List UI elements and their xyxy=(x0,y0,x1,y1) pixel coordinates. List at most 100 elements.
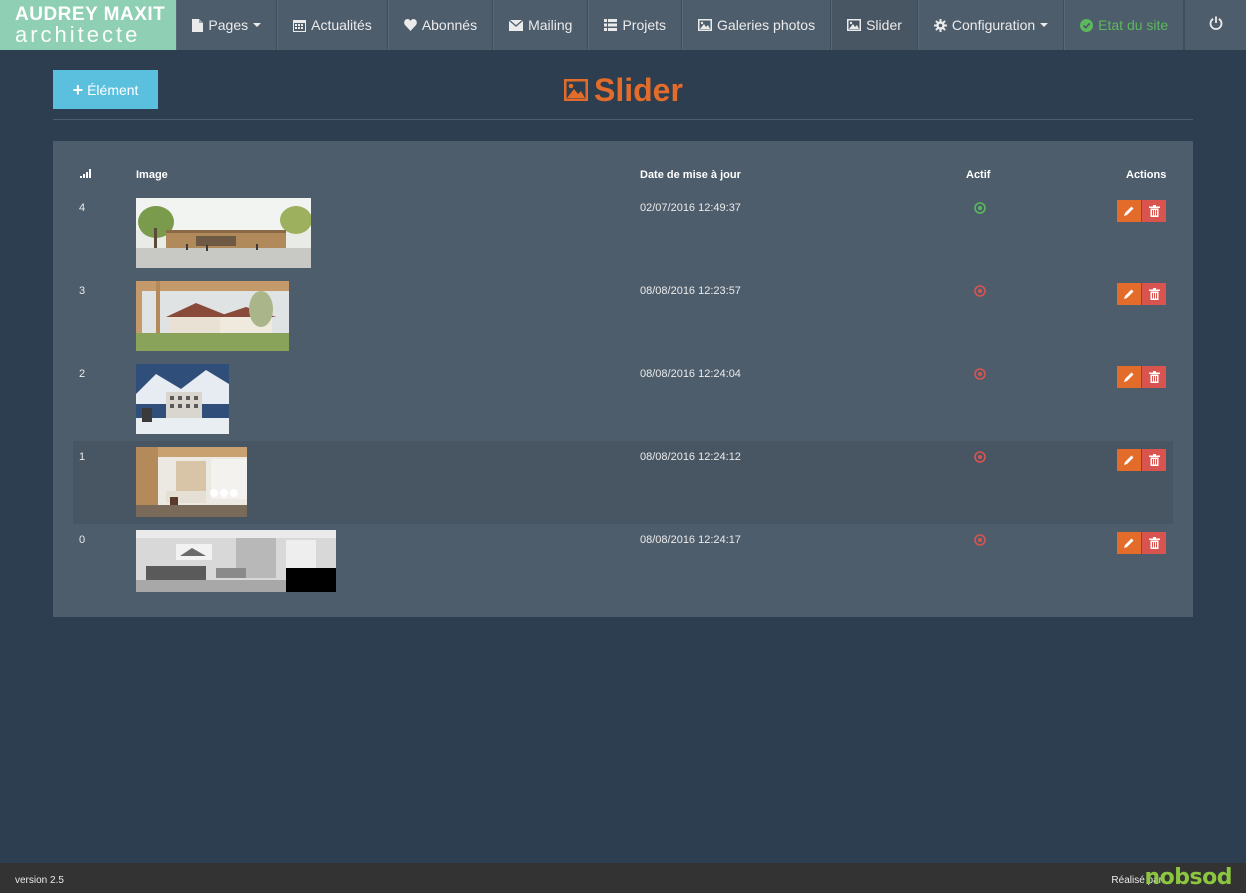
picture-icon xyxy=(847,19,862,31)
delete-button[interactable] xyxy=(1142,200,1166,222)
page-title: Slider xyxy=(564,70,683,110)
pencil-icon xyxy=(1124,538,1134,548)
image-header: Image xyxy=(136,169,168,181)
nav-abonnes[interactable]: Abonnés xyxy=(387,0,494,50)
row-actions xyxy=(1117,283,1166,305)
edit-button[interactable] xyxy=(1117,366,1141,388)
delete-button[interactable] xyxy=(1142,366,1166,388)
gear-icon xyxy=(933,18,947,32)
delete-button[interactable] xyxy=(1142,283,1166,305)
slide-image[interactable] xyxy=(136,198,311,268)
slide-image[interactable] xyxy=(136,364,229,434)
delete-button[interactable] xyxy=(1142,532,1166,554)
nav-projets-label: Projets xyxy=(622,17,667,33)
slide-image[interactable] xyxy=(136,281,289,351)
table-row: 0 08/08/2016 12:24:17 xyxy=(73,524,1173,607)
date-value: 08/08/2016 12:24:17 xyxy=(640,534,741,546)
caret-down-icon xyxy=(1040,23,1049,27)
nav-etat-du-site[interactable]: Etat du site xyxy=(1064,0,1185,50)
file-icon xyxy=(192,18,204,32)
status-active-icon[interactable] xyxy=(973,201,987,215)
check-circle-icon xyxy=(1080,18,1094,32)
nav-pages-label: Pages xyxy=(208,17,249,33)
picture-icon xyxy=(564,79,588,101)
heart-icon xyxy=(403,19,417,31)
nav-galeries-label: Galeries photos xyxy=(717,17,816,33)
sort-order-header[interactable] xyxy=(80,169,91,181)
row-actions xyxy=(1117,200,1166,222)
pencil-icon xyxy=(1124,372,1134,382)
plus-icon: + xyxy=(72,79,84,100)
calendar-icon xyxy=(293,19,307,32)
nav-projets[interactable]: Projets xyxy=(588,0,683,50)
page-title-text: Slider xyxy=(594,71,683,108)
status-inactive-icon[interactable] xyxy=(973,367,987,381)
envelope-icon xyxy=(509,19,524,31)
nav-actualites[interactable]: Actualités xyxy=(277,0,388,50)
nav-pages[interactable]: Pages xyxy=(176,0,278,50)
brand-subtitle: architecte xyxy=(15,21,141,47)
navbar: AUDREY MAXIT architecte Pages Actualités… xyxy=(0,0,1246,50)
edit-button[interactable] xyxy=(1117,200,1141,222)
pencil-icon xyxy=(1124,206,1134,216)
add-element-button[interactable]: + Élément xyxy=(53,70,158,109)
edit-button[interactable] xyxy=(1117,532,1141,554)
date-value: 08/08/2016 12:23:57 xyxy=(640,285,741,297)
order-value: 0 xyxy=(79,534,86,546)
nav-mailing[interactable]: Mailing xyxy=(493,0,589,50)
table-row: 4 02/07/2016 12:49:37 xyxy=(73,192,1173,275)
slider-table: Image Date de mise à jour Actif Actions … xyxy=(53,141,1193,617)
date-value: 08/08/2016 12:24:12 xyxy=(640,451,741,463)
row-actions xyxy=(1117,366,1166,388)
status-inactive-icon[interactable] xyxy=(973,284,987,298)
trash-icon xyxy=(1148,371,1160,383)
order-value: 4 xyxy=(79,202,86,214)
nav-configuration[interactable]: Configuration xyxy=(917,0,1065,50)
status-inactive-icon[interactable] xyxy=(973,533,987,547)
table-row: 1 08/08/2016 12:24:12 xyxy=(73,441,1173,524)
nav-slider[interactable]: Slider xyxy=(831,0,918,50)
trash-icon xyxy=(1148,205,1160,217)
nav-configuration-label: Configuration xyxy=(951,17,1036,33)
agency-logo[interactable]: nobsod xyxy=(1145,865,1233,890)
trash-icon xyxy=(1148,288,1160,300)
slide-image[interactable] xyxy=(136,447,247,517)
brand-name: AUDREY MAXIT xyxy=(15,3,166,25)
row-actions xyxy=(1117,532,1166,554)
nav-etat-label: Etat du site xyxy=(1098,17,1169,33)
pencil-icon xyxy=(1124,289,1134,299)
order-value: 1 xyxy=(79,451,86,463)
edit-button[interactable] xyxy=(1117,283,1141,305)
nav-abonnes-label: Abonnés xyxy=(421,17,478,33)
trash-icon xyxy=(1148,454,1160,466)
row-actions xyxy=(1117,449,1166,471)
date-value: 08/08/2016 12:24:04 xyxy=(640,368,741,380)
divider xyxy=(53,119,1193,120)
nav-mailing-label: Mailing xyxy=(528,17,573,33)
delete-button[interactable] xyxy=(1142,449,1166,471)
table-row: 2 08/08/2016 12:24:04 xyxy=(73,358,1173,441)
signal-bars-icon xyxy=(80,169,91,178)
date-value: 02/07/2016 12:49:37 xyxy=(640,202,741,214)
actif-header: Actif xyxy=(966,169,991,181)
date-header: Date de mise à jour xyxy=(640,169,741,181)
footer: version 2.5 Réalisé par nobsod xyxy=(0,863,1246,893)
edit-button[interactable] xyxy=(1117,449,1141,471)
status-inactive-icon[interactable] xyxy=(973,450,987,464)
caret-down-icon xyxy=(253,23,262,27)
logout-button[interactable] xyxy=(1184,0,1246,50)
pencil-icon xyxy=(1124,455,1134,465)
trash-icon xyxy=(1148,537,1160,549)
list-icon xyxy=(604,19,618,31)
nav-actualites-label: Actualités xyxy=(311,17,372,33)
picture-icon xyxy=(698,19,713,31)
table-row: 3 08/08/2016 12:23:57 xyxy=(73,275,1173,358)
slide-image[interactable] xyxy=(136,530,336,592)
order-value: 3 xyxy=(79,285,86,297)
actions-header: Actions xyxy=(1126,169,1167,181)
brand-logo[interactable]: AUDREY MAXIT architecte xyxy=(0,0,177,50)
power-icon xyxy=(1209,16,1223,35)
nav-galeries[interactable]: Galeries photos xyxy=(682,0,832,50)
add-element-label: Élément xyxy=(87,81,139,98)
nav-slider-label: Slider xyxy=(866,17,902,33)
